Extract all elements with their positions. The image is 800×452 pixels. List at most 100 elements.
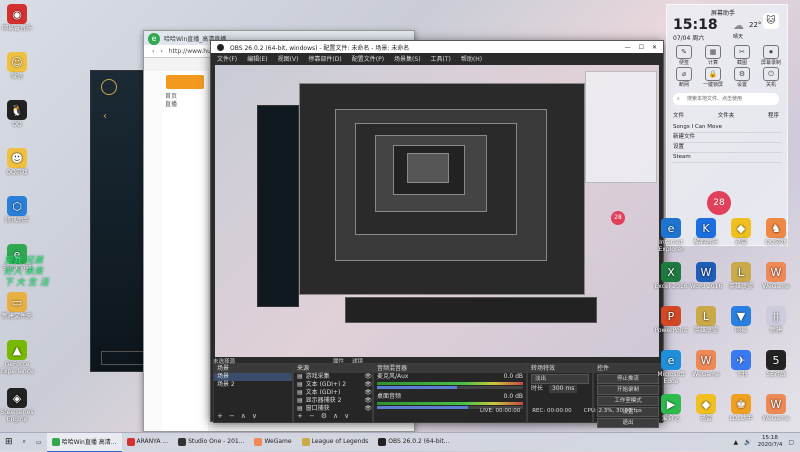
visibility-eye-icon[interactable]: 👁 xyxy=(364,381,372,389)
desktop-icon[interactable]: L 英雄联盟 xyxy=(689,306,723,334)
desktop-icon[interactable]: ◈ Steelseries Engine xyxy=(0,388,37,423)
taskbar-item[interactable]: Studio One - 201... xyxy=(173,433,249,451)
desktop-icon[interactable]: ♚ LOL助手 xyxy=(724,394,758,422)
close-icon[interactable]: ✕ xyxy=(652,44,657,51)
desktop-icon-label: 5E对战 xyxy=(766,371,786,378)
taskbar-item[interactable]: 哈哈Win直播 高清... xyxy=(46,432,122,452)
desktop-icon[interactable]: ▭ 新建文件夹 xyxy=(0,292,37,320)
menu-item[interactable]: 场景集(S) xyxy=(394,54,421,63)
menu-item[interactable]: 工具(T) xyxy=(431,54,451,63)
menu-item[interactable]: 停靠部件(D) xyxy=(308,54,341,63)
desktop-icon[interactable]: ▯ 新建 xyxy=(759,306,793,334)
up-icon[interactable]: ∧ xyxy=(241,412,246,420)
menu-item[interactable]: 视图(V) xyxy=(278,54,299,63)
task-view-icon[interactable]: ▭ xyxy=(31,433,47,451)
duration-input[interactable]: 300 ms xyxy=(549,385,578,393)
menu-item[interactable]: 编辑(E) xyxy=(247,54,267,63)
quick-action-button[interactable]: ⚙ 设置 xyxy=(727,67,757,88)
menu-item[interactable]: 文件(F) xyxy=(217,54,237,63)
file-item[interactable]: 新建文件 xyxy=(673,133,781,143)
panel-tab[interactable]: 文件 xyxy=(673,111,684,119)
desktop-icon[interactable]: ☺ 微信 xyxy=(0,52,37,80)
file-item[interactable]: Songs I Can Move xyxy=(673,123,781,133)
taskbar-item[interactable]: ARANYA ... xyxy=(122,433,174,451)
desktop-icon-label: 飞书 xyxy=(734,371,747,378)
maximize-icon[interactable]: ☐ xyxy=(639,44,644,51)
taskbar-item[interactable]: OBS 26.0.2 (64-bit... xyxy=(373,433,454,451)
minimize-icon[interactable]: — xyxy=(625,44,631,51)
control-button[interactable]: 退出 xyxy=(597,418,659,428)
desktop-icon[interactable]: 🐧 QQ xyxy=(0,100,37,128)
source-item[interactable]: ▤ 文本 (GDI+) 👁 xyxy=(294,389,372,397)
file-item[interactable]: 设置 xyxy=(673,143,781,153)
panel-tab[interactable]: 文件夹 xyxy=(718,111,735,119)
start-button[interactable]: ⊞ xyxy=(0,433,18,451)
transition-select[interactable]: 淡出 xyxy=(531,374,589,384)
desktop-icon[interactable]: ☻ QQ游戏 xyxy=(0,148,37,176)
desktop-icon[interactable]: K 酷狗音乐 xyxy=(689,218,723,246)
nav-item-live[interactable]: 直播 xyxy=(162,101,208,109)
desktop-icon[interactable]: 5 5E对战 xyxy=(759,350,793,378)
add-icon[interactable]: + xyxy=(217,412,223,420)
quick-action-button[interactable]: ⏺ 屏幕录制 xyxy=(756,45,786,66)
network-icon[interactable]: ▲ xyxy=(734,439,739,446)
obs-window[interactable]: OBS 26.0.2 (64-bit, windows) - 配置文件: 未命名… xyxy=(210,40,664,428)
remove-icon[interactable]: − xyxy=(229,412,235,420)
desktop-icon[interactable]: W Word 2016 xyxy=(689,262,723,290)
quick-action-button[interactable]: ▦ 计算 xyxy=(698,45,728,66)
menu-item[interactable]: 配置文件(P) xyxy=(352,54,384,63)
quick-action-button[interactable]: ⌀ 断网 xyxy=(669,67,699,88)
desktop-icon[interactable]: ▶ 爱奇艺 xyxy=(654,394,688,422)
desktop-icon[interactable]: e Internet Explorer xyxy=(654,218,688,253)
desktop-icon[interactable]: ▲ GeForce Experience xyxy=(0,340,37,375)
forward-icon[interactable]: › xyxy=(160,48,162,55)
source-item[interactable]: ▤ 游戏采集 👁 xyxy=(294,373,372,381)
desktop-icon[interactable]: W WeGame xyxy=(689,350,723,378)
visibility-eye-icon[interactable]: 👁 xyxy=(364,397,372,405)
nav-item-home[interactable]: 首页 xyxy=(162,93,208,101)
desktop-icon[interactable]: ▼ 网易 xyxy=(724,306,758,334)
control-button[interactable]: 开始录制 xyxy=(597,385,659,395)
control-button[interactable]: 停止推流 xyxy=(597,374,659,384)
panel-tab[interactable]: 程序 xyxy=(768,111,779,119)
control-button[interactable]: 工作室模式 xyxy=(597,396,659,406)
volume-icon[interactable]: 🔊 xyxy=(744,439,751,446)
desktop-icon[interactable]: W WeGame xyxy=(759,262,793,290)
back-arrow-icon[interactable]: ‹ xyxy=(103,111,107,122)
down-icon[interactable]: ∨ xyxy=(252,412,257,420)
quick-action-button[interactable]: 🔒 一键锁屏 xyxy=(698,67,728,88)
desktop-icon[interactable]: P PowerPoint xyxy=(654,306,688,334)
desktop-icon[interactable]: ◆ 迅雷 xyxy=(689,394,723,422)
desktop-icon[interactable]: ✈ 飞书 xyxy=(724,350,758,378)
search-icon[interactable]: ⌕ xyxy=(18,433,31,451)
scene-item[interactable]: 场景 2 xyxy=(214,381,292,389)
obs-preview[interactable]: 28 xyxy=(215,65,659,357)
visibility-eye-icon[interactable]: 👁 xyxy=(364,389,372,397)
taskbar-item[interactable]: WeGame xyxy=(249,433,296,451)
visibility-eye-icon[interactable]: 👁 xyxy=(364,373,372,381)
file-item[interactable]: Steam xyxy=(673,153,781,163)
scene-item[interactable]: 场景 xyxy=(214,373,292,381)
desktop-icon[interactable]: ◉ 网易云音乐 xyxy=(0,4,37,32)
panel-search[interactable]: ⌕ 搜索本地文件、点击使用 xyxy=(673,93,779,105)
source-item[interactable]: ▤ 文本 (GDI+) 2 👁 xyxy=(294,381,372,389)
lol-task-icon xyxy=(301,437,310,446)
taskbar-item-label: Studio One - 201... xyxy=(188,438,245,445)
notification-icon[interactable]: ▢ xyxy=(788,439,794,446)
taskbar-item[interactable]: League of Legends xyxy=(297,433,374,451)
source-item[interactable]: ▤ 显示器捕获 2 👁 xyxy=(294,397,372,405)
quick-action-button[interactable]: ✎ 便签 xyxy=(669,45,699,66)
desktop-icon[interactable]: ◆ 迅雷 xyxy=(724,218,758,246)
desktop-icon[interactable]: W WeGame xyxy=(759,394,793,422)
quick-action-button[interactable]: ⏻ 关机 xyxy=(756,67,786,88)
taskbar-clock[interactable]: 15:18 2020/7/4 xyxy=(758,435,783,449)
menu-item[interactable]: 帮助(H) xyxy=(461,54,482,63)
desktop-icon[interactable]: ♞ QQ游戏 xyxy=(759,218,793,246)
desktop-icon[interactable]: ⬡ 腾讯助手 xyxy=(0,196,37,224)
back-icon[interactable]: ‹ xyxy=(152,48,154,55)
quick-action-button[interactable]: ✂ 截图 xyxy=(727,45,757,66)
volume-slider[interactable] xyxy=(377,386,523,389)
desktop-icon[interactable]: e Microsoft Edge xyxy=(654,350,688,385)
desktop-icon[interactable]: X Excel 2016 xyxy=(654,262,688,290)
desktop-icon[interactable]: L 英雄联盟 xyxy=(724,262,758,290)
